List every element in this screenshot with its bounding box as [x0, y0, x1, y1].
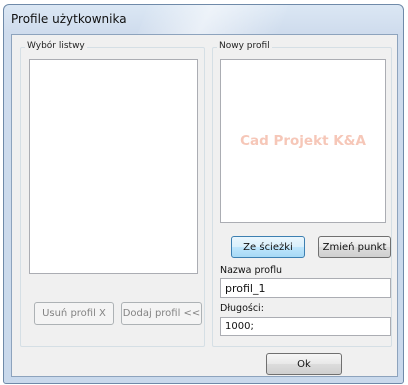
from-path-label: Ze ścieżki [243, 241, 293, 253]
window-title: Profile użytkownika [11, 12, 127, 26]
change-point-label: Zmień punkt [322, 241, 387, 253]
lengths-label: Długości: [220, 303, 264, 314]
add-profile-label: Dodaj profil << [122, 308, 201, 319]
group-legend-wybor-listwy: Wybór listwy [25, 41, 87, 52]
profile-name-label: Nazwa proflu [220, 265, 283, 276]
change-point-button[interactable]: Zmień punkt [318, 236, 391, 258]
group-legend-nowy-profil: Nowy profil [217, 41, 272, 52]
ok-label: Ok [297, 358, 311, 370]
profile-preview-canvas: Cad Projekt K&A [220, 59, 386, 223]
lengths-input[interactable]: 1000; [220, 317, 391, 336]
from-path-button[interactable]: Ze ścieżki [231, 236, 305, 258]
profile-name-value: profil_1 [225, 281, 266, 295]
ok-button[interactable]: Ok [266, 353, 342, 375]
title-bar[interactable]: Profile użytkownika [4, 5, 403, 37]
remove-profile-button[interactable]: Usuń profil X [34, 302, 114, 325]
profile-listbox[interactable] [29, 59, 198, 274]
profile-dialog-window: Profile użytkownika Wybór listwy Usuń pr… [3, 4, 404, 384]
remove-profile-label: Usuń profil X [42, 308, 106, 319]
add-profile-button[interactable]: Dodaj profil << [121, 302, 202, 325]
title-bar-glass [136, 5, 292, 37]
dialog-client-area: Wybór listwy Usuń profil X Dodaj profil … [11, 34, 398, 377]
preview-watermark: Cad Projekt K&A [240, 133, 366, 149]
lengths-value: 1000; [225, 321, 254, 332]
profile-name-input[interactable]: profil_1 [220, 278, 391, 298]
